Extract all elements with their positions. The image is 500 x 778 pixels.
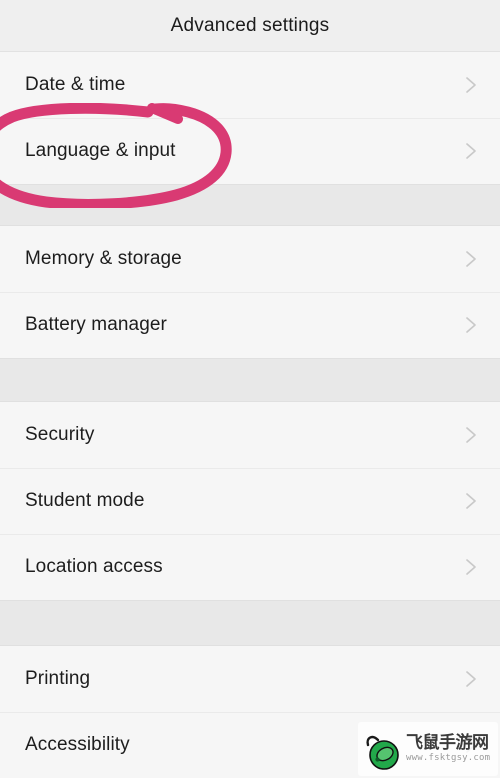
page-title: Advanced settings (170, 14, 330, 36)
chevron-right-icon (460, 314, 482, 336)
chevron-right-icon (460, 490, 482, 512)
chevron-right-icon (460, 140, 482, 162)
settings-row-label: Memory & storage (25, 248, 182, 269)
chevron-right-icon (460, 248, 482, 270)
settings-row-security[interactable]: Security (0, 402, 500, 468)
settings-row-label: Security (25, 424, 95, 445)
settings-row-student-mode[interactable]: Student mode (0, 468, 500, 534)
settings-row-label: Battery manager (25, 314, 167, 335)
app-header: Advanced settings (0, 0, 500, 52)
settings-row-location-access[interactable]: Location access (0, 534, 500, 600)
group-separator-band (0, 358, 500, 402)
settings-row-date-time[interactable]: Date & time (0, 52, 500, 118)
settings-row-label: Student mode (25, 490, 145, 511)
settings-row-label: Date & time (25, 74, 126, 95)
settings-row-label: Printing (25, 668, 91, 689)
chevron-right-icon (460, 424, 482, 446)
settings-list: Date & time Language & input Memory & stor… (0, 52, 500, 778)
settings-row-label: Accessibility (25, 734, 130, 755)
chevron-right-icon (460, 668, 482, 690)
chevron-right-icon (460, 556, 482, 578)
settings-row-battery-manager[interactable]: Battery manager (0, 292, 500, 358)
settings-row-memory-storage[interactable]: Memory & storage (0, 226, 500, 292)
group-separator-band (0, 600, 500, 646)
settings-row-label: Location access (25, 556, 163, 577)
settings-row-accessibility[interactable]: Accessibility (0, 712, 500, 778)
chevron-right-icon (460, 74, 482, 96)
settings-row-printing[interactable]: Printing (0, 646, 500, 712)
settings-screen: Advanced settings Date & time Language & … (0, 0, 500, 778)
settings-row-language-input[interactable]: Language & input (0, 118, 500, 184)
settings-row-label: Language & input (25, 140, 176, 161)
group-separator-band (0, 184, 500, 226)
chevron-right-icon (460, 734, 482, 756)
